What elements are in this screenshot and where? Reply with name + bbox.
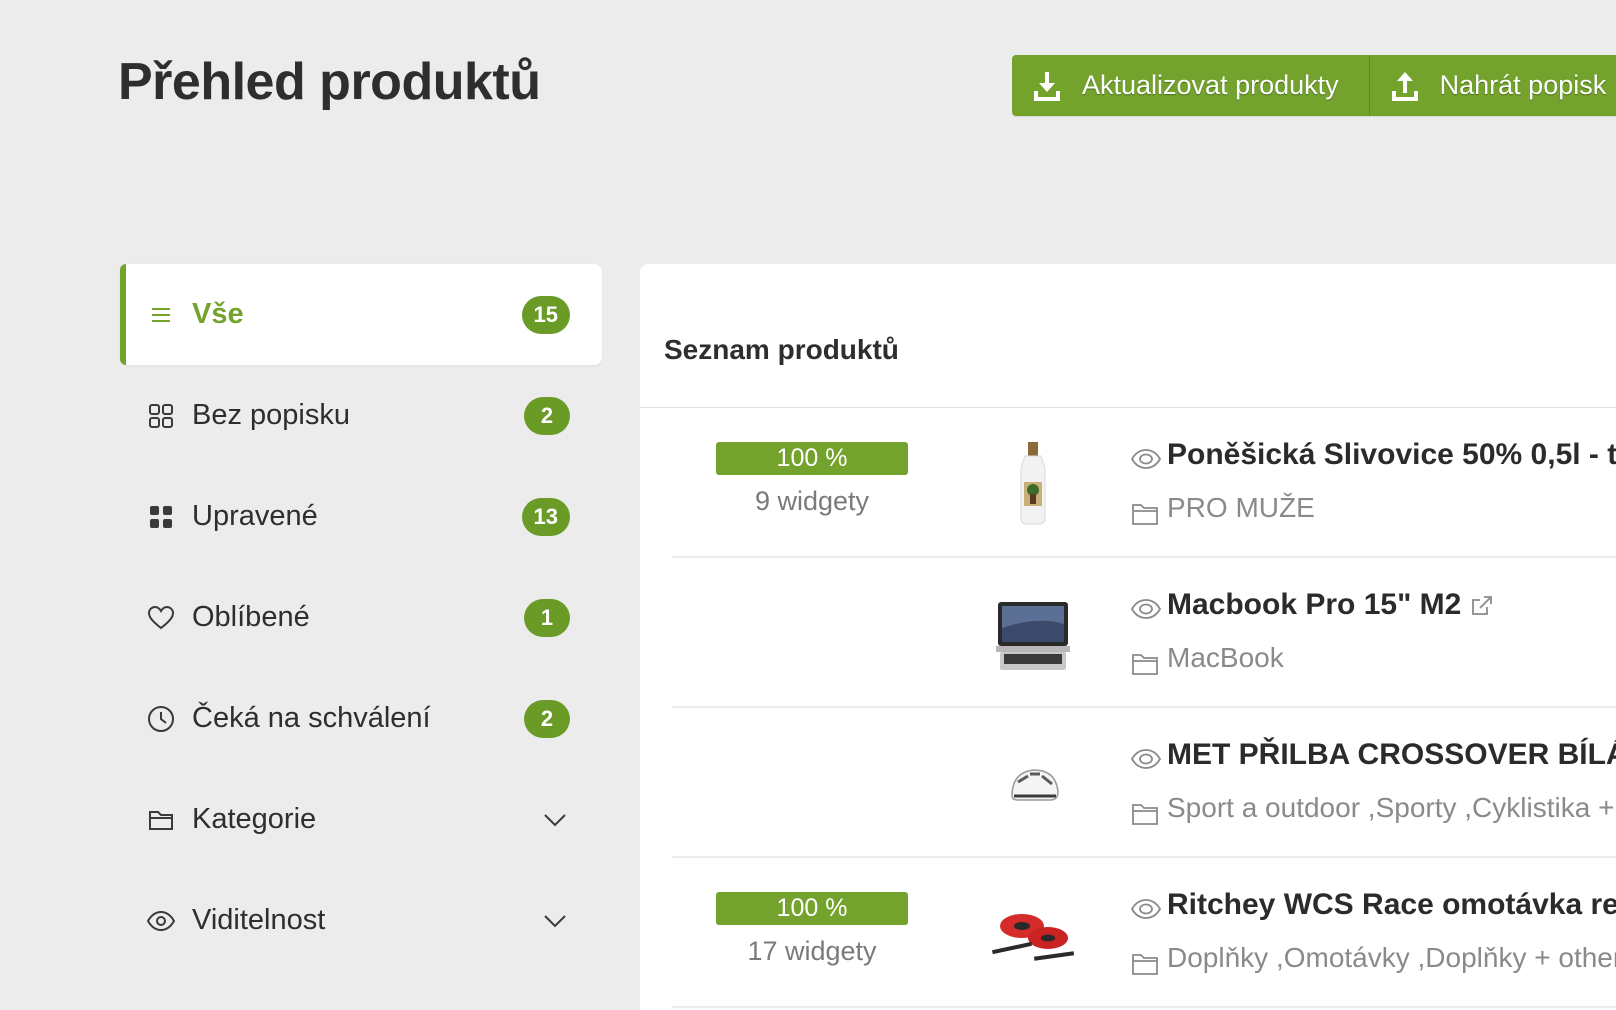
product-category: Doplňky ,Omotávky ,Doplňky + others 1 [1167,942,1616,973]
chevron-down-icon[interactable] [542,908,568,934]
eye-icon[interactable] [1131,598,1161,620]
count-badge: 1 [524,598,570,637]
bar-tape-image [992,914,1075,961]
app: Přehled produktů Aktualizovat produkty N… [0,0,1616,1010]
grid-outline-icon [146,401,176,431]
clock-icon [146,704,176,734]
grid-filled-icon [146,502,176,532]
page-title: Přehled produktů [118,53,541,111]
progress-badge: 100 % [716,892,908,925]
download-icon [1034,71,1060,101]
heart-icon [146,603,176,633]
product-thumbnail[interactable] [988,438,1078,528]
product-category: Sport a outdoor ,Sporty ,Cyklistika + ot… [1167,792,1616,823]
table-row[interactable]: Macbook Pro 15" M2 MacBook [672,558,1616,708]
table-row[interactable]: 100 % 17 widgety Ritchey WCS Race omotáv… [672,858,1616,1008]
folder-icon [1132,804,1158,825]
panel-title: Seznam produktů [664,334,899,365]
count-badge: 15 [521,295,570,334]
widget-count: 9 widgety [754,486,870,516]
product-name[interactable]: Poněšická Slivovice 50% 0,5l - test [1167,438,1616,472]
upload-icon [1391,71,1418,101]
eye-icon [146,906,176,936]
update-products-button[interactable]: Aktualizovat produkty [1012,55,1370,116]
sidebar-item-favorites[interactable]: Oblíbené 1 [120,567,602,668]
sidebar-item-visibility[interactable]: Viditelnost [120,870,602,971]
product-category: MacBook [1167,642,1284,673]
sidebar-item-label: Viditelnost [192,904,326,936]
eye-icon[interactable] [1131,448,1161,470]
sidebar-item-edited[interactable]: Upravené 13 [120,466,602,567]
sidebar-item-pending-approval[interactable]: Čeká na schválení 2 [120,668,602,769]
count-badge: 2 [524,396,570,435]
count-badge: 13 [521,497,570,536]
product-name[interactable]: Macbook Pro 15" M2 [1167,588,1493,622]
folder-icon [146,805,176,835]
product-list-panel: Seznam produktů 100 % 9 widgety Poněšick… [640,264,1616,1010]
external-link-icon[interactable] [1471,595,1493,617]
list-icon [146,300,176,330]
folder-icon [1132,954,1158,975]
sidebar-item-all[interactable]: Vše 15 [120,264,602,365]
widget-count: 17 widgety [747,936,877,966]
product-name-text: Ritchey WCS Race omotávka red [1167,888,1616,921]
product-thumbnail[interactable] [988,888,1078,978]
sidebar-item-no-description[interactable]: Bez popisku 2 [120,365,602,466]
sidebar-item-label: Kategorie [192,803,317,835]
folder-icon [1132,504,1158,525]
product-name[interactable]: Ritchey WCS Race omotávka red [1167,888,1616,922]
table-row[interactable]: MET PŘILBA CROSSOVER BÍLÁ Veli Sport a o… [672,708,1616,858]
table-row[interactable]: 100 % 9 widgety Poněšická Slivovice 50% … [672,408,1616,558]
laptop-image [996,602,1070,670]
helmet-image [1011,769,1059,801]
bottle-image [1020,442,1046,525]
progress-badge: 100 % [716,442,908,475]
product-category: PRO MUŽE [1167,492,1315,523]
header-actions: Aktualizovat produkty Nahrát popisk [1012,55,1616,116]
product-name-text: Macbook Pro 15" M2 [1167,588,1462,621]
upload-descriptions-label: Nahrát popisk [1439,70,1607,100]
update-products-label: Aktualizovat produkty [1082,70,1339,100]
product-thumbnail[interactable] [988,738,1078,828]
upload-descriptions-button[interactable]: Nahrát popisk [1369,55,1616,116]
eye-icon[interactable] [1131,748,1161,770]
product-thumbnail[interactable] [988,588,1078,678]
count-badge: 2 [524,699,570,738]
sidebar-item-categories[interactable]: Kategorie [120,769,602,870]
folder-icon [1132,654,1158,675]
sidebar: Vše 15 Bez popisku 2 Upravené 13 Oblíben… [120,264,602,971]
product-name[interactable]: MET PŘILBA CROSSOVER BÍLÁ Veli [1167,738,1616,772]
eye-icon[interactable] [1131,898,1161,920]
chevron-down-icon[interactable] [542,807,568,833]
